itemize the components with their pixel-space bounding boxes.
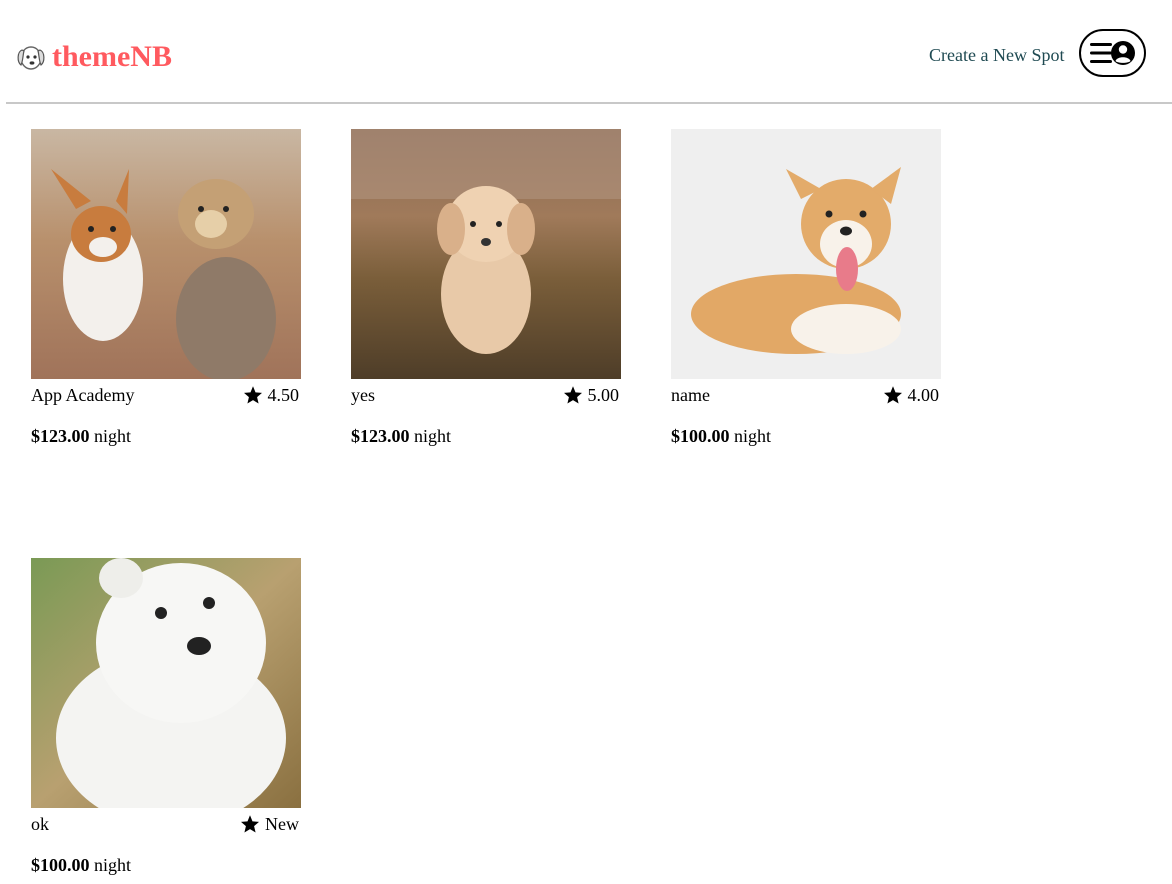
rating-value: 4.00 — [907, 384, 940, 405]
spot-name: yes — [351, 384, 375, 405]
rating: New — [240, 814, 299, 835]
rating: 4.50 — [243, 384, 300, 406]
price-amount: $100.00 — [671, 426, 730, 446]
price-unit: night — [94, 855, 132, 875]
card-info-row: yes 5.00 — [351, 383, 621, 407]
user-circle-icon — [1110, 41, 1135, 65]
spot-name: name — [671, 384, 710, 405]
star-icon — [243, 386, 262, 404]
brand-name: themeNB — [52, 40, 172, 73]
menu-icons — [1089, 41, 1135, 65]
spot-name: App Academy — [31, 384, 135, 405]
price-amount: $123.00 — [351, 426, 410, 446]
price-unit: night — [414, 426, 452, 446]
create-new-spot-link[interactable]: Create a New Spot — [929, 44, 1064, 66]
star-icon — [883, 386, 902, 404]
rating-value: 5.00 — [587, 384, 620, 405]
card-info-row: ok New — [31, 812, 301, 836]
site-header: themeNB Create a New Spot — [0, 0, 1172, 104]
white-fluffy-puppy-photo — [31, 558, 301, 808]
star-icon — [241, 815, 259, 833]
card-info-row: name 4.00 — [671, 383, 941, 407]
price-unit: night — [94, 426, 132, 446]
spot-card[interactable]: yes 5.00 $123.00 night — [351, 129, 621, 447]
spot-name: ok — [31, 813, 49, 834]
dog-head-icon — [17, 46, 45, 70]
price-line: $123.00 night — [351, 425, 621, 447]
price-line: $100.00 night — [31, 854, 301, 876]
corgi-lying-down-photo — [671, 129, 941, 379]
profile-menu-button[interactable] — [1079, 29, 1146, 77]
price-amount: $123.00 — [31, 426, 90, 446]
rating: 4.00 — [883, 384, 940, 406]
price-line: $100.00 night — [671, 425, 941, 447]
golden-puppy-running-photo — [351, 129, 621, 379]
hamburger-icon — [1089, 43, 1112, 63]
price-line: $123.00 night — [31, 425, 301, 447]
card-info-row: App Academy 4.50 — [31, 383, 301, 407]
rating-value: New — [265, 813, 299, 834]
spot-card[interactable]: ok New $100.00 night — [31, 558, 301, 876]
price-unit: night — [734, 426, 772, 446]
corgi-and-yorkie-running-photo — [31, 129, 301, 379]
star-icon — [563, 386, 582, 404]
header-divider — [6, 102, 1172, 104]
spot-card[interactable]: name 4.00 $100.00 night — [671, 129, 941, 447]
home-logo-link[interactable]: themeNB — [14, 40, 172, 74]
spot-card[interactable]: App Academy 4.50 $123.00 night — [31, 129, 301, 447]
rating-value: 4.50 — [267, 384, 300, 405]
rating: 5.00 — [563, 384, 620, 406]
price-amount: $100.00 — [31, 855, 90, 875]
